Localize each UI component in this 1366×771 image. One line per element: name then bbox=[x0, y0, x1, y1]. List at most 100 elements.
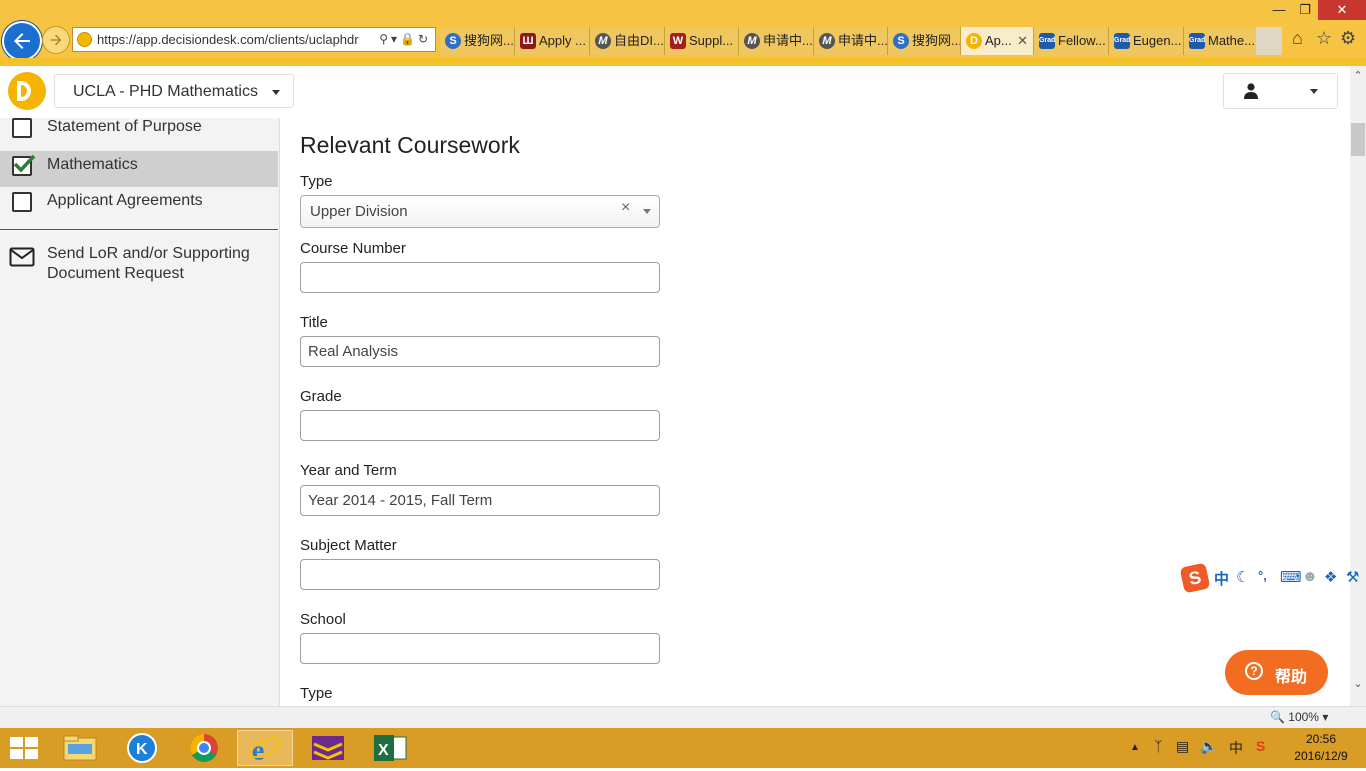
excel-icon[interactable]: X bbox=[362, 730, 418, 766]
close-window-button[interactable]: ✕ bbox=[1318, 0, 1366, 20]
network-icon[interactable]: ▤ bbox=[1176, 738, 1189, 755]
new-tab-button[interactable] bbox=[1256, 27, 1282, 55]
user-icon bbox=[1244, 83, 1258, 99]
decisiondesk-icon: D bbox=[966, 33, 982, 49]
browser-accent-strip bbox=[0, 58, 1366, 66]
program-dropdown[interactable]: UCLA - PHD Mathematics bbox=[54, 74, 294, 108]
scrollbar-thumb[interactable] bbox=[1351, 123, 1365, 156]
year-term-input[interactable] bbox=[300, 485, 660, 516]
sidebar-item-label: Mathematics bbox=[47, 156, 138, 173]
bluetooth-icon[interactable]: ᛉ bbox=[1154, 738, 1162, 754]
minimize-button[interactable]: — bbox=[1268, 0, 1290, 20]
address-bar[interactable]: https://app.decisiondesk.com/clients/ucl… bbox=[72, 27, 436, 52]
help-button[interactable]: ? 帮助 bbox=[1225, 650, 1328, 695]
sidebar-item-label: Statement of Purpose bbox=[47, 118, 202, 135]
unchecked-box-icon bbox=[12, 118, 32, 138]
wrench-icon[interactable]: ⚒ bbox=[1346, 568, 1359, 586]
ime-language-indicator[interactable]: 中 bbox=[1229, 738, 1243, 758]
punctuation-toggle[interactable]: °, bbox=[1258, 568, 1267, 583]
file-explorer-icon[interactable] bbox=[52, 730, 108, 766]
sidebar-item-send-request[interactable]: Send LoR and/or Supporting Document Requ… bbox=[0, 242, 278, 292]
subject-matter-input[interactable] bbox=[300, 559, 660, 590]
decisiondesk-logo[interactable] bbox=[8, 72, 46, 110]
envelope-icon bbox=[9, 247, 35, 267]
user-menu-button[interactable] bbox=[1223, 73, 1338, 109]
university-icon: Ш bbox=[520, 33, 536, 49]
sidebar-item-mathematics[interactable]: Mathematics bbox=[0, 151, 278, 187]
scroll-down-icon[interactable]: ⌄ bbox=[1350, 676, 1366, 692]
tab-m-site-1[interactable]: M 自由DI... bbox=[590, 27, 665, 55]
school-input[interactable] bbox=[300, 633, 660, 664]
tab-label: 申请中... bbox=[838, 33, 888, 48]
forward-button[interactable] bbox=[42, 26, 70, 54]
reader-app-icon[interactable] bbox=[300, 730, 356, 766]
tab-sogou-2[interactable]: S 搜狗网... bbox=[888, 27, 961, 55]
tab-label: Apply ... bbox=[539, 33, 586, 48]
settings-gear-icon[interactable]: ⚙ bbox=[1340, 28, 1356, 49]
zoom-control[interactable]: 🔍 100% ▾ bbox=[1270, 710, 1328, 724]
grade-input[interactable] bbox=[300, 410, 660, 441]
chevron-down-icon bbox=[1310, 89, 1318, 94]
chevron-down-icon bbox=[272, 90, 280, 95]
address-tools-icons[interactable]: ⚲▾🔒↻ bbox=[379, 28, 431, 51]
tab-label: Suppl... bbox=[689, 33, 734, 48]
coursework-form: Relevant Coursework Type Upper Division … bbox=[280, 118, 1350, 706]
m-site-icon: M bbox=[595, 33, 611, 49]
tab-decisiondesk-active[interactable]: D Ap... ✕ bbox=[961, 27, 1034, 55]
title-input[interactable] bbox=[300, 336, 660, 367]
moon-icon[interactable]: ☾ bbox=[1236, 568, 1249, 586]
tab-m-site-3[interactable]: M 申请中... bbox=[814, 27, 888, 55]
tab-label: Fellow... bbox=[1058, 33, 1106, 48]
favorites-star-icon[interactable]: ☆ bbox=[1316, 28, 1332, 49]
tab-apply[interactable]: Ш Apply ... bbox=[515, 27, 590, 55]
ime-mode-toggle[interactable]: 中 bbox=[1214, 568, 1229, 589]
keyboard-icon[interactable]: ⌨ bbox=[1280, 568, 1302, 586]
type-label: Type bbox=[300, 173, 333, 190]
back-button[interactable] bbox=[2, 21, 42, 61]
volume-muted-icon[interactable]: 🔈 bbox=[1200, 738, 1217, 755]
chrome-icon[interactable] bbox=[176, 730, 232, 766]
windows-start-icon[interactable] bbox=[10, 737, 38, 759]
m-site-icon: M bbox=[819, 33, 835, 49]
m-site-icon: M bbox=[744, 33, 760, 49]
show-hidden-icons-icon[interactable]: ▲ bbox=[1130, 742, 1140, 753]
tab-mathematics[interactable]: Grad Mathe... bbox=[1184, 27, 1257, 55]
tab-m-site-2[interactable]: M 申请中... bbox=[739, 27, 814, 55]
tab-close-icon[interactable]: ✕ bbox=[1017, 27, 1028, 55]
sogou-tray-icon[interactable]: S bbox=[1256, 738, 1265, 754]
browser-status-bar: 🔍 100% ▾ bbox=[0, 706, 1366, 729]
restore-button[interactable]: ❐ bbox=[1294, 0, 1316, 20]
type-select[interactable]: Upper Division × bbox=[300, 195, 660, 228]
question-icon: ? bbox=[1245, 662, 1263, 680]
school-label: School bbox=[300, 611, 346, 628]
tab-eugene[interactable]: Grad Eugen... bbox=[1109, 27, 1184, 55]
system-clock[interactable]: 20:56 2016/12/9 bbox=[1288, 731, 1354, 765]
clock-date: 2016/12/9 bbox=[1294, 749, 1348, 763]
course-number-input[interactable] bbox=[300, 262, 660, 293]
vertical-scrollbar[interactable]: ⌃ ⌄ bbox=[1350, 66, 1366, 706]
kugou-music-icon[interactable]: K bbox=[114, 730, 170, 766]
type-label-2: Type bbox=[300, 685, 333, 702]
skin-shirt-icon[interactable]: ❖ bbox=[1324, 568, 1337, 586]
chevron-down-icon[interactable] bbox=[643, 209, 651, 214]
tab-label: 自由DI... bbox=[614, 33, 664, 48]
address-url[interactable]: https://app.decisiondesk.com/clients/ucl… bbox=[97, 28, 365, 51]
sidebar-item-statement-of-purpose[interactable]: Statement of Purpose bbox=[0, 113, 278, 149]
home-icon[interactable]: ⌂ bbox=[1292, 28, 1303, 49]
section-title: Relevant Coursework bbox=[300, 132, 520, 158]
tab-fellowship[interactable]: Grad Fellow... bbox=[1034, 27, 1109, 55]
sogou-ime-logo[interactable]: S bbox=[1179, 562, 1211, 594]
sidebar-item-applicant-agreements[interactable]: Applicant Agreements bbox=[0, 187, 278, 223]
app-header: UCLA - PHD Mathematics bbox=[0, 66, 1350, 119]
clear-selection-icon[interactable]: × bbox=[621, 199, 630, 217]
tab-sogou-1[interactable]: S 搜狗网... bbox=[440, 27, 515, 55]
scroll-up-icon[interactable]: ⌃ bbox=[1350, 68, 1366, 84]
user-icon[interactable]: ☻ bbox=[1302, 568, 1318, 585]
internet-explorer-icon[interactable]: e bbox=[237, 730, 293, 766]
decisiondesk-favicon bbox=[77, 32, 92, 47]
tab-supplement[interactable]: W Suppl... bbox=[665, 27, 739, 55]
sogou-icon: S bbox=[445, 33, 461, 49]
unchecked-box-icon bbox=[12, 192, 32, 212]
svg-text:X: X bbox=[378, 742, 389, 759]
subject-matter-label: Subject Matter bbox=[300, 537, 397, 554]
